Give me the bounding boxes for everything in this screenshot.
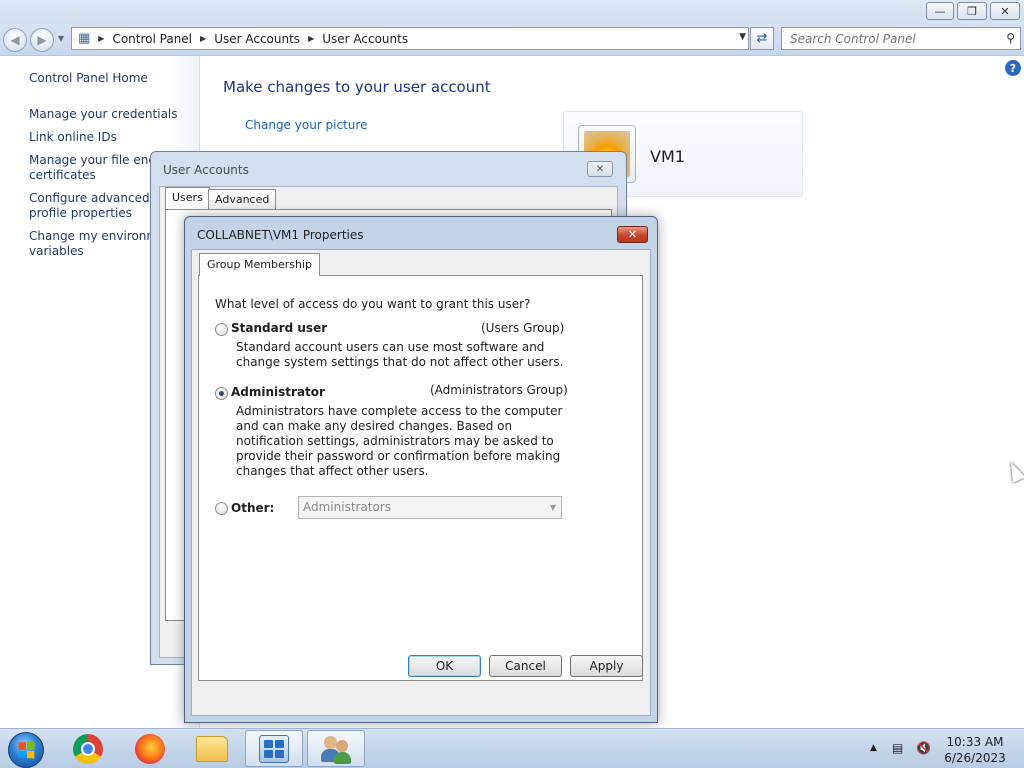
- ok-button[interactable]: OK: [408, 655, 481, 677]
- administrator-description: Administrators have complete access to t…: [236, 404, 563, 478]
- chevron-down-icon: ▼: [549, 503, 556, 512]
- title-bar: — ❐ ✕: [0, 0, 1024, 24]
- search-icon[interactable]: ⚲: [1006, 31, 1015, 45]
- link-online-ids-link[interactable]: Link online IDs: [29, 130, 199, 145]
- manage-credentials-link[interactable]: Manage your credentials: [29, 107, 199, 122]
- address-dropdown-icon[interactable]: ▼: [739, 32, 746, 42]
- forward-button[interactable]: ▶: [30, 28, 54, 52]
- breadcrumb-separator-icon[interactable]: ▶: [308, 34, 314, 43]
- taskbar-user-accounts[interactable]: [307, 730, 365, 767]
- close-icon: ✕: [627, 228, 638, 241]
- network-icon[interactable]: ▤: [892, 741, 903, 755]
- tab-users[interactable]: Users: [165, 187, 210, 210]
- page-title: Make changes to your user account: [223, 78, 491, 96]
- minimize-button[interactable]: —: [926, 2, 954, 20]
- back-arrow-icon: ◀: [10, 33, 20, 47]
- windows-logo-icon: [18, 741, 35, 759]
- restore-button[interactable]: ❐: [957, 2, 987, 20]
- group-membership-panel: What level of access do you want to gran…: [198, 275, 643, 681]
- dialog-body: Group Membership What level of access do…: [191, 249, 651, 716]
- back-button[interactable]: ◀: [3, 28, 27, 52]
- standard-user-description: Standard account users can use most soft…: [236, 340, 564, 369]
- search-box[interactable]: ⚲: [781, 27, 1021, 50]
- control-panel-icon: [259, 734, 289, 763]
- close-icon: ✕: [595, 163, 605, 175]
- navigation-bar: ◀ ▶ ▼ ▦ ▶ Control Panel ▶ User Accounts …: [0, 24, 1024, 56]
- standard-user-label[interactable]: Standard user: [231, 321, 327, 335]
- change-picture-link[interactable]: Change your picture: [245, 118, 367, 132]
- users-group-label: (Users Group): [481, 321, 565, 335]
- close-icon: ✕: [1000, 4, 1010, 18]
- volume-muted-icon[interactable]: 🔇: [916, 741, 931, 755]
- control-panel-icon: ▦: [78, 31, 91, 46]
- restore-icon: ❐: [967, 4, 977, 18]
- chrome-icon: [73, 733, 103, 764]
- taskbar-control-panel[interactable]: [245, 730, 303, 767]
- other-group-value: Administrators: [303, 500, 392, 514]
- clock[interactable]: 10:33 AM 6/26/2023: [940, 734, 1010, 766]
- taskbar-chrome[interactable]: [59, 730, 117, 767]
- user-properties-dialog: COLLABNET\VM1 Properties ✕ Group Members…: [184, 216, 658, 723]
- explorer-icon: [196, 735, 228, 762]
- taskbar: ▲ ▤ 🔇 10:33 AM 6/26/2023: [0, 728, 1024, 768]
- breadcrumb-separator-icon[interactable]: ▶: [200, 34, 206, 43]
- forward-arrow-icon: ▶: [37, 33, 47, 47]
- dialog-close-button[interactable]: ✕: [587, 161, 613, 177]
- taskbar-firefox[interactable]: [121, 730, 179, 767]
- apply-button[interactable]: Apply: [570, 655, 643, 677]
- administrator-radio[interactable]: [215, 387, 228, 400]
- clock-date: 6/26/2023: [944, 751, 1006, 765]
- firefox-icon: [135, 733, 165, 764]
- administrators-group-label: (Administrators Group): [430, 383, 568, 397]
- other-radio[interactable]: [215, 502, 228, 515]
- breadcrumb-user-accounts[interactable]: User Accounts: [214, 32, 300, 46]
- cancel-button[interactable]: Cancel: [489, 655, 562, 677]
- search-input[interactable]: [790, 31, 990, 46]
- standard-user-radio[interactable]: [215, 323, 228, 336]
- dialog-close-button[interactable]: ✕: [617, 226, 648, 243]
- user-name: VM1: [650, 147, 685, 166]
- other-group-select[interactable]: Administrators ▼: [298, 496, 562, 519]
- other-label[interactable]: Other:: [231, 501, 274, 515]
- system-tray: ▲ ▤ 🔇 10:33 AM 6/26/2023: [866, 729, 1024, 768]
- refresh-icon: ⇄: [756, 31, 768, 46]
- dialog-title: User Accounts: [163, 163, 249, 177]
- breadcrumb-separator-icon[interactable]: ▶: [98, 34, 104, 43]
- access-question: What level of access do you want to gran…: [215, 297, 531, 311]
- start-button[interactable]: [8, 732, 44, 768]
- breadcrumb-user-accounts-current[interactable]: User Accounts: [322, 32, 408, 46]
- breadcrumb-control-panel[interactable]: Control Panel: [112, 32, 192, 46]
- control-panel-home-link[interactable]: Control Panel Home: [29, 71, 199, 86]
- show-hidden-icons-icon[interactable]: ▲: [870, 743, 877, 753]
- recent-pages-chevron-icon[interactable]: ▼: [58, 34, 64, 43]
- close-button[interactable]: ✕: [990, 2, 1020, 20]
- administrator-label[interactable]: Administrator: [231, 385, 325, 399]
- help-icon[interactable]: ?: [1005, 60, 1021, 76]
- user-accounts-icon: [321, 734, 351, 764]
- address-bar[interactable]: ▦ ▶ Control Panel ▶ User Accounts ▶ User…: [71, 27, 749, 50]
- tab-advanced[interactable]: Advanced: [208, 189, 277, 210]
- taskbar-explorer[interactable]: [183, 730, 241, 767]
- tab-group-membership[interactable]: Group Membership: [199, 253, 320, 276]
- minimize-icon: —: [934, 4, 946, 18]
- dialog-title: COLLABNET\VM1 Properties: [197, 228, 364, 242]
- refresh-button[interactable]: ⇄: [750, 27, 774, 50]
- clock-time: 10:33 AM: [946, 735, 1004, 749]
